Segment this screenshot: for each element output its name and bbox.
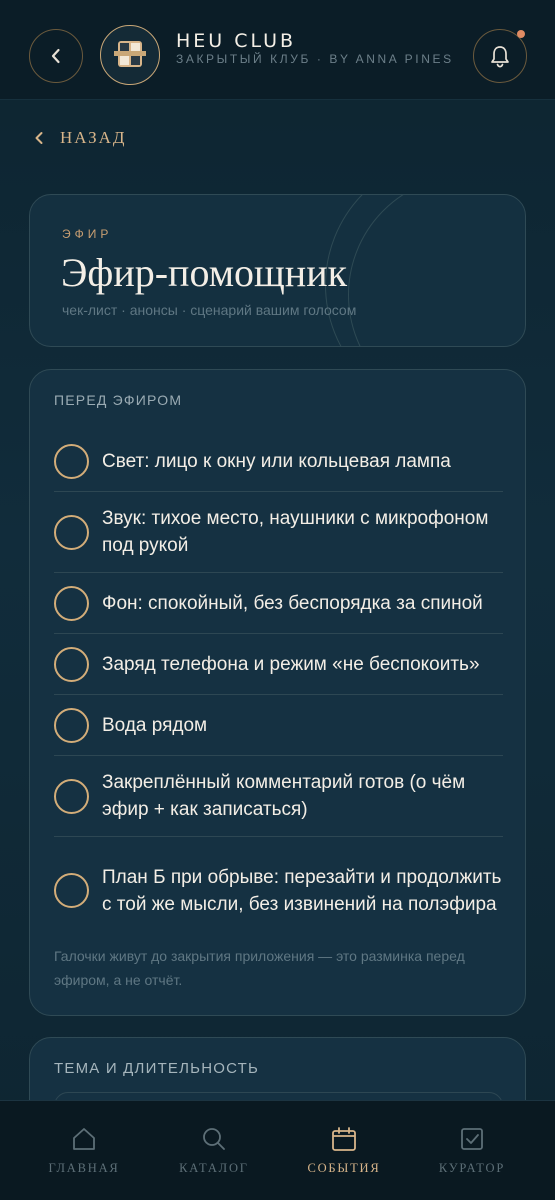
checklist-item-label: Заряд телефона и режим «не беспокоить» <box>102 653 480 675</box>
back-link-label: НАЗАД <box>60 128 127 147</box>
nav-label: КАТАЛОГ <box>179 1161 249 1175</box>
checkbox-circle[interactable] <box>54 778 89 814</box>
checklist-item-label: План Б при обрыве: перезайти и продолжит… <box>102 866 502 915</box>
checklist-item[interactable]: Звук: тихое место, наушники с микрофоном… <box>54 492 503 573</box>
chevron-left-icon <box>35 132 43 144</box>
page-title: Эфир-помощник <box>61 250 348 295</box>
checkbox-circle[interactable] <box>54 585 89 621</box>
checklist-item[interactable]: Вода рядом <box>54 695 503 756</box>
hero-kicker: ЭФИР <box>62 227 113 241</box>
checkbox-circle[interactable] <box>54 443 89 479</box>
brand-subtitle: ЗАКРЫТЫЙ КЛУБ · BY ANNA PINES <box>176 52 454 66</box>
bottom-nav: ГЛАВНАЯ КАТАЛОГ СОБЫТИЯ КУРАТОР <box>0 1100 555 1200</box>
back-link[interactable]: НАЗАД <box>34 128 127 148</box>
nav-item-curator[interactable]: КУРАТОР <box>403 1101 541 1200</box>
nav-label: ГЛАВНАЯ <box>48 1161 120 1175</box>
checklist-card: ПЕРЕД ЭФИРОМ Свет: лицо к окну или кольц… <box>29 369 526 1016</box>
home-icon <box>73 1128 95 1150</box>
checklist-item[interactable]: Свет: лицо к окну или кольцевая лампа <box>54 431 503 492</box>
search-icon <box>203 1128 225 1150</box>
checkbox-circle[interactable] <box>54 514 89 550</box>
checkbox-circle[interactable] <box>54 646 89 682</box>
nav-item-home[interactable]: ГЛАВНАЯ <box>15 1101 153 1200</box>
checklist-item[interactable]: Закреплённый комментарий готов (о чём эф… <box>54 756 503 837</box>
checklist-item-label: Звук: тихое место, наушники с микрофоном… <box>102 508 489 556</box>
hero-card: ЭФИР Эфир-помощник чек-лист · анонсы · с… <box>29 194 526 347</box>
header-back-button[interactable] <box>29 29 83 83</box>
nav-item-events[interactable]: СОБЫТИЯ <box>275 1101 413 1200</box>
checkbox-icon <box>461 1128 483 1150</box>
checkbox-circle[interactable] <box>54 873 89 908</box>
app-header: HEU CLUB ЗАКРЫТЫЙ КЛУБ · BY ANNA PINES <box>0 0 555 100</box>
nav-label: КУРАТОР <box>438 1161 506 1175</box>
checkbox-circle[interactable] <box>54 707 89 743</box>
nav-item-catalog[interactable]: КАТАЛОГ <box>145 1101 283 1200</box>
checklist-item-label: Свет: лицо к окну или кольцевая лампа <box>102 450 451 472</box>
bell-icon <box>491 46 509 68</box>
checklist-item[interactable]: План Б при обрыве: перезайти и продолжит… <box>54 837 503 944</box>
section-title: ПЕРЕД ЭФИРОМ <box>54 392 183 408</box>
checklist-note: Галочки живут до закрытия приложения — э… <box>54 948 465 988</box>
checklist-item-label: Закреплённый комментарий готов (о чём эф… <box>102 772 466 820</box>
crest-logo-icon <box>114 41 146 67</box>
notification-badge <box>517 30 525 38</box>
club-logo <box>100 25 160 85</box>
checklist-item[interactable]: Фон: спокойный, без беспорядка за спиной <box>54 573 503 634</box>
checklist-items: Свет: лицо к окну или кольцевая лампа Зв… <box>54 431 503 944</box>
nav-label: СОБЫТИЯ <box>307 1161 381 1175</box>
checklist-item-label: Фон: спокойный, без беспорядка за спиной <box>102 592 483 614</box>
checklist-item-label: Вода рядом <box>102 714 208 736</box>
section-title: ТЕМА И ДЛИТЕЛЬНОСТЬ <box>54 1060 260 1077</box>
calendar-icon <box>332 1127 356 1151</box>
hero-subtitle: чек-лист · анонсы · сценарий вашим голос… <box>62 302 357 318</box>
checklist-item[interactable]: Заряд телефона и режим «не беспокоить» <box>54 634 503 695</box>
chevron-left-icon <box>51 48 60 64</box>
brand-title: HEU CLUB <box>176 30 297 52</box>
